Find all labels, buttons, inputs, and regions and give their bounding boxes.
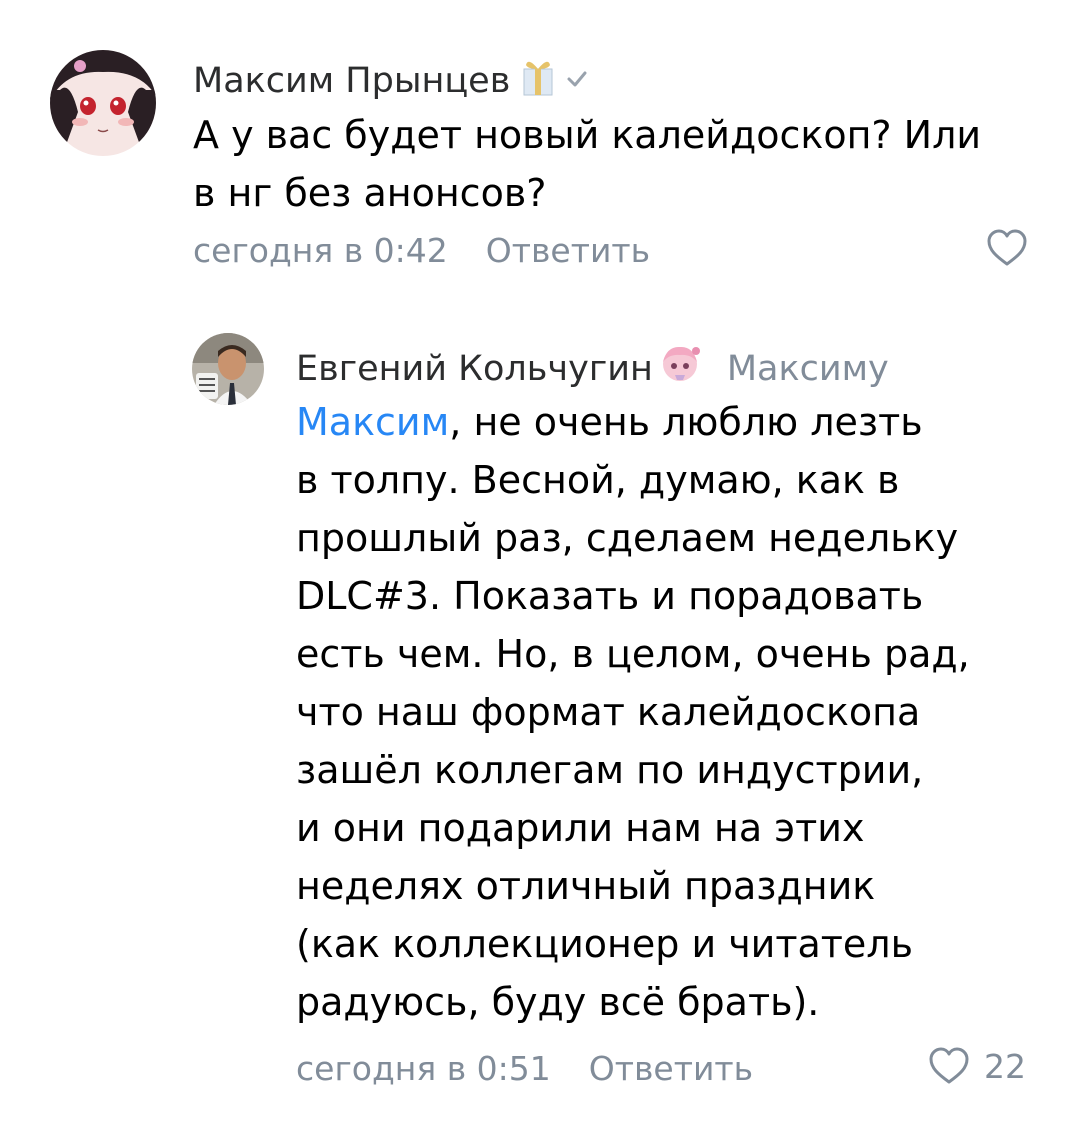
gift-icon: [520, 55, 556, 106]
comment-text-line: и они подарили нам на этих: [296, 806, 865, 850]
comment-text-line: А у вас будет новый калейдоскоп? Или: [193, 113, 982, 157]
comment-text-line: Максим, не очень люблю лезть: [296, 400, 923, 444]
comment-text-line: DLC#3. Показать и порадовать: [296, 574, 924, 618]
reply-button[interactable]: Ответить: [589, 1049, 753, 1088]
comment-text-line: есть чем. Но, в целом, очень рад,: [296, 632, 970, 676]
comment-text: А у вас будет новый калейдоскоп? Или в н…: [193, 106, 981, 222]
comment-author-name[interactable]: Евгений Кольчугин Максиму: [296, 342, 889, 395]
comment-author-name[interactable]: Максим Прынцев: [193, 55, 590, 106]
comment-meta: сегодня в 0:42 Ответить: [193, 231, 650, 270]
avatar-evgeniy[interactable]: [192, 333, 264, 405]
verified-check-icon: [564, 61, 590, 101]
like-button[interactable]: [986, 228, 1028, 268]
comment-text-line: неделях отличный праздник: [296, 864, 876, 908]
reply-button[interactable]: Ответить: [486, 231, 650, 270]
heart-icon: [987, 229, 1027, 266]
comment-meta: сегодня в 0:51 Ответить: [296, 1049, 753, 1088]
comment-time[interactable]: сегодня в 0:51: [296, 1049, 551, 1088]
comment-text-line: зашёл коллегам по индустрии,: [296, 748, 924, 792]
comment-text-line: прошлый раз, сделаем недельку: [296, 516, 959, 560]
comment-text-line: радуюсь, буду всё брать).: [296, 980, 820, 1024]
comment-text-line: что наш формат калейдоскопа: [296, 690, 921, 734]
anime-sticker-icon: [657, 342, 703, 395]
comment-text-line: (как коллекционер и читатель: [296, 922, 913, 966]
comment-text-line: в нг без анонсов?: [193, 171, 547, 215]
comment-text-line: в толпу. Весной, думаю, как в: [296, 458, 900, 502]
like-button[interactable]: 22: [928, 1046, 1026, 1086]
avatar-maksim[interactable]: [50, 50, 156, 156]
reply-to-label[interactable]: Максиму: [727, 349, 889, 389]
comment-text: Максим, не очень люблю лезть в толпу. Ве…: [296, 393, 970, 1031]
mention-link[interactable]: Максим: [296, 400, 449, 444]
like-count: 22: [984, 1046, 1026, 1086]
heart-icon: [929, 1047, 969, 1084]
comment-time[interactable]: сегодня в 0:42: [193, 231, 448, 270]
